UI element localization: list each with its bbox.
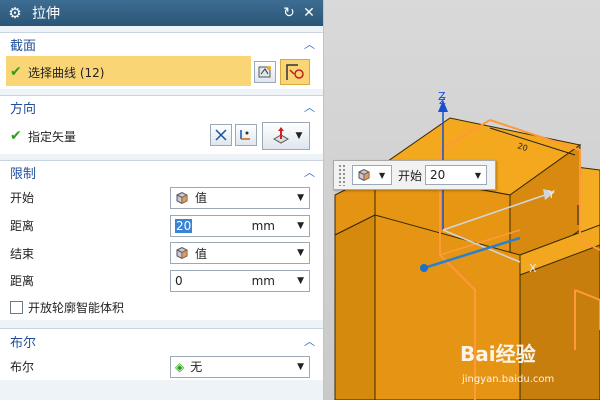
chevron-down-icon: ▼	[297, 192, 304, 203]
boolean-label: 布尔	[10, 360, 35, 374]
limit-type-select[interactable]: ▼	[352, 165, 392, 185]
section-limits: 限制 ︿ 开始 值 ▼ 距离 20 mm ▼ 结束 值 ▼ 距离 0 mm ▼ …	[0, 160, 323, 320]
chevron-down-icon: ▼	[297, 248, 304, 258]
axis-label-x: X	[529, 262, 537, 275]
section-direction: 方向 ︿ ✔ 指定矢量 ▼	[0, 95, 323, 154]
boolean-select[interactable]: ◈ 无 ▼	[170, 355, 310, 378]
axis-label-z: Z	[438, 90, 446, 103]
distance2-row: 距离 0 mm ▼	[0, 267, 323, 294]
collapse-icon[interactable]: ︿	[304, 164, 315, 180]
watermark-url: jingyan.baidu.com	[462, 374, 555, 385]
section-profile: 截面 ︿ ✔ 选择曲线 (12)	[0, 32, 323, 89]
check-icon: ✔	[10, 64, 22, 80]
gear-icon[interactable]: ⚙	[6, 4, 24, 22]
cube-icon	[176, 191, 188, 204]
distance1-label: 距离	[10, 219, 35, 233]
float-start-label: 开始	[398, 168, 423, 183]
collapse-icon[interactable]: ︿	[304, 333, 315, 349]
drag-handle[interactable]	[338, 164, 346, 186]
cube-icon	[358, 168, 370, 182]
section-boolean: 布尔 ︿ 布尔 ◈ 无 ▼	[0, 328, 323, 380]
open-profile-label: 开放轮廓智能体积	[28, 300, 125, 315]
chevron-down-icon[interactable]: ▼	[475, 171, 481, 180]
close-icon[interactable]: ✕	[301, 5, 317, 21]
chevron-down-icon[interactable]: ▼	[297, 276, 304, 286]
start-select-value: 值	[195, 191, 208, 205]
section-direction-header[interactable]: 方向 ︿	[0, 96, 323, 118]
boolean-select-value: 无	[190, 360, 203, 374]
start-row: 开始 值 ▼	[0, 183, 323, 212]
start-label: 开始	[10, 191, 35, 205]
chevron-down-icon[interactable]: ▼	[297, 221, 304, 231]
end-select-value: 值	[195, 246, 208, 261]
dialog-title: 拉伸	[32, 6, 60, 22]
float-start-value: 20	[430, 168, 446, 182]
distance1-unit: mm	[251, 218, 275, 233]
section-profile-header[interactable]: 截面 ︿	[0, 33, 323, 55]
chevron-down-icon: ▼	[379, 170, 386, 180]
vector-type-dropdown[interactable]: ▼	[262, 122, 310, 150]
section-direction-label: 方向	[10, 101, 37, 117]
section-boolean-label: 布尔	[10, 335, 37, 351]
distance1-row: 距离 20 mm ▼	[0, 212, 323, 239]
reset-icon[interactable]: ↻	[281, 5, 297, 21]
distance2-unit: mm	[251, 273, 275, 288]
axis-label-y: Y	[548, 188, 555, 201]
open-profile-row: 开放轮廓智能体积	[0, 294, 323, 320]
select-curve-label: 选择曲线 (12)	[28, 65, 105, 80]
extrude-dialog: ⚙ 拉伸 ↻ ✕ 截面 ︿ ✔ 选择曲线 (12) 方向 ︿ ✔ 指定矢量 ▼ …	[0, 0, 324, 400]
section-profile-label: 截面	[10, 38, 37, 54]
float-start-input[interactable]: 20 ▼	[425, 165, 488, 185]
check-icon: ✔	[10, 128, 22, 144]
sketch-icon[interactable]	[254, 61, 276, 83]
start-select[interactable]: 值 ▼	[170, 186, 310, 209]
distance1-value: 20	[175, 218, 193, 233]
boolean-none-icon: ◈	[175, 359, 185, 374]
watermark-brand: Bai经验	[460, 342, 536, 366]
curve-select-icon[interactable]	[280, 59, 310, 85]
vector-dialog-icon[interactable]	[235, 124, 257, 146]
specify-vector-row: ✔ 指定矢量 ▼	[0, 118, 323, 154]
collapse-icon[interactable]: ︿	[304, 36, 315, 52]
section-limits-header[interactable]: 限制 ︿	[0, 161, 323, 183]
reverse-direction-icon[interactable]	[210, 124, 232, 146]
cube-icon	[176, 246, 188, 260]
section-boolean-header[interactable]: 布尔 ︿	[0, 329, 323, 353]
distance2-input[interactable]: 0 mm ▼	[170, 269, 310, 292]
select-curve-row[interactable]: ✔ 选择曲线 (12)	[0, 55, 323, 89]
boolean-row: 布尔 ◈ 无 ▼	[0, 353, 323, 380]
distance2-value: 0	[175, 273, 183, 288]
section-limits-label: 限制	[10, 166, 37, 182]
end-select[interactable]: 值 ▼	[170, 242, 310, 264]
open-profile-checkbox[interactable]	[10, 300, 23, 314]
chevron-down-icon: ▼	[297, 361, 304, 372]
dynamic-input-toolbar: ▼ 开始 20 ▼	[333, 160, 496, 190]
end-row: 结束 值 ▼	[0, 239, 323, 267]
specify-vector-label: 指定矢量	[28, 129, 77, 144]
dialog-titlebar: ⚙ 拉伸 ↻ ✕	[0, 0, 323, 26]
distance1-input[interactable]: 20 mm ▼	[170, 214, 310, 237]
collapse-icon[interactable]: ︿	[304, 99, 315, 115]
distance2-label: 距离	[10, 274, 35, 288]
end-label: 结束	[10, 246, 35, 261]
